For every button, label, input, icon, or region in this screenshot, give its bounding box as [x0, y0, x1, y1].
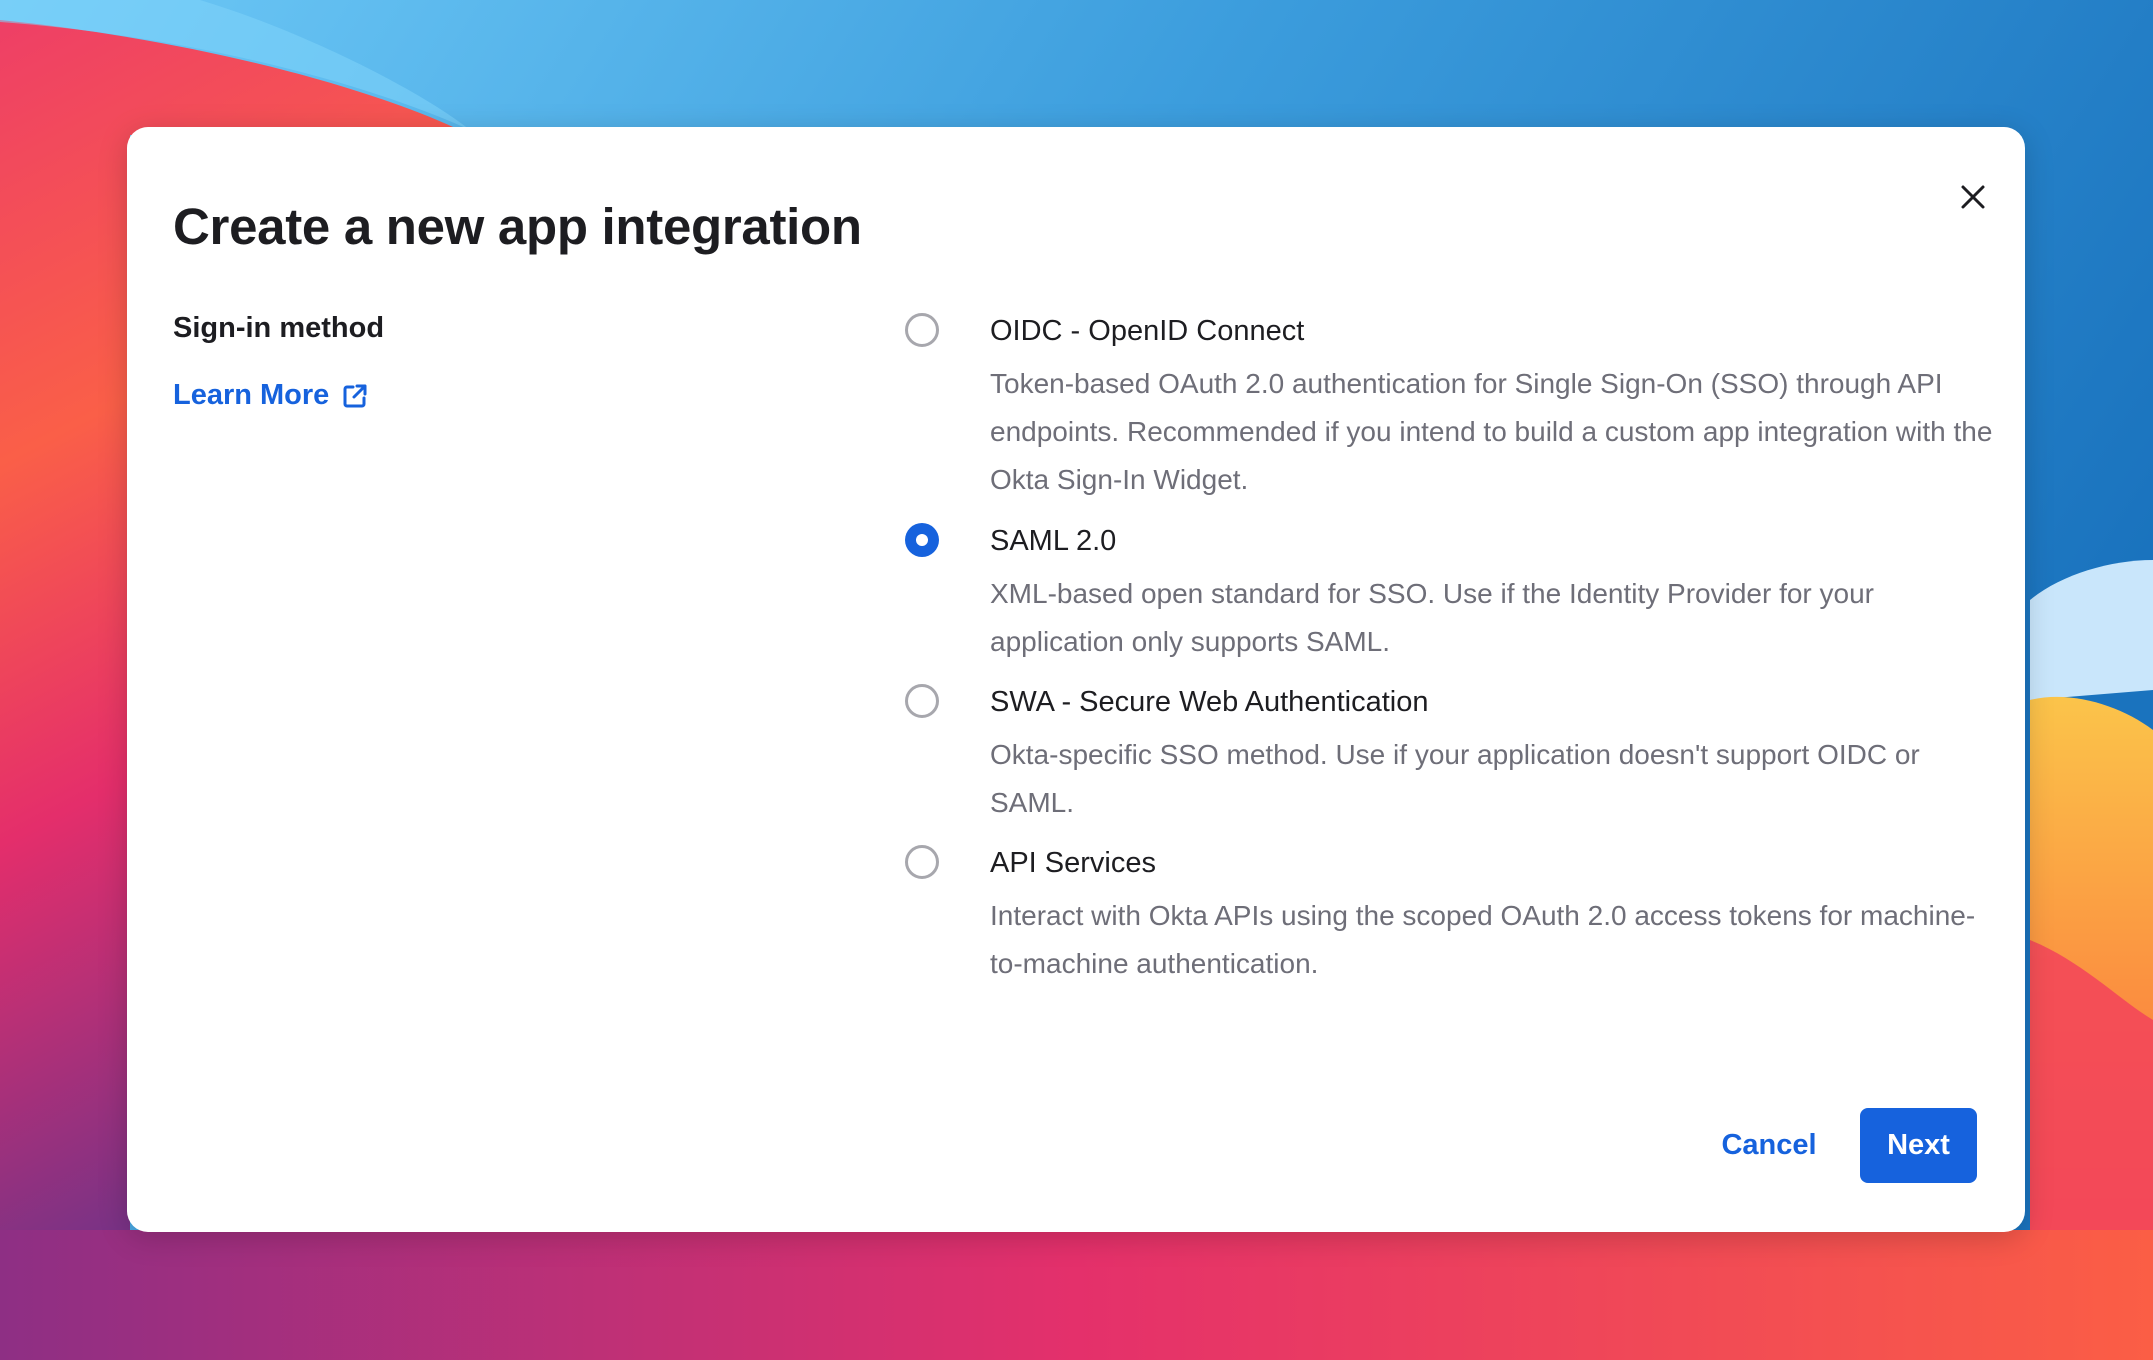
option-api-services-description: Interact with Okta APIs using the scoped…	[990, 900, 1976, 979]
radio-swa[interactable]	[905, 684, 939, 718]
desktop-wallpaper: Create a new app integration Sign-in met…	[0, 0, 2153, 1360]
external-link-icon	[343, 384, 367, 407]
option-swa-description: Okta-specific SSO method. Use if your ap…	[990, 739, 1920, 818]
option-swa-label: SWA - Secure Web Authentication	[990, 686, 1429, 718]
option-oidc-description: Token-based OAuth 2.0 authentication for…	[990, 368, 1993, 495]
sign-in-method-radio-group: OIDC - OpenID Connect Token-based OAuth …	[905, 312, 1995, 988]
option-api-services-label: API Services	[990, 847, 1156, 879]
cancel-button[interactable]: Cancel	[1689, 1108, 1849, 1183]
option-oidc-label: OIDC - OpenID Connect	[990, 315, 1305, 347]
learn-more-label: Learn More	[173, 379, 330, 411]
option-oidc[interactable]: OIDC - OpenID Connect Token-based OAuth …	[905, 312, 1995, 504]
close-button[interactable]	[1945, 169, 2001, 225]
close-icon	[1961, 185, 1985, 209]
option-saml-description: XML-based open standard for SSO. Use if …	[990, 578, 1874, 657]
next-button[interactable]: Next	[1860, 1108, 1977, 1183]
option-api-services[interactable]: API Services Interact with Okta APIs usi…	[905, 844, 1995, 988]
radio-oidc[interactable]	[905, 313, 939, 347]
learn-more-link[interactable]: Learn More	[173, 379, 369, 412]
radio-saml[interactable]	[905, 523, 939, 557]
option-saml-label: SAML 2.0	[990, 525, 1117, 557]
sign-in-method-label: Sign-in method	[173, 312, 385, 344]
radio-api-services[interactable]	[905, 845, 939, 879]
create-app-integration-dialog: Create a new app integration Sign-in met…	[127, 127, 2025, 1232]
dialog-title: Create a new app integration	[173, 198, 862, 255]
option-swa[interactable]: SWA - Secure Web Authentication Okta-spe…	[905, 683, 1995, 827]
option-saml[interactable]: SAML 2.0 XML-based open standard for SSO…	[905, 522, 1995, 666]
